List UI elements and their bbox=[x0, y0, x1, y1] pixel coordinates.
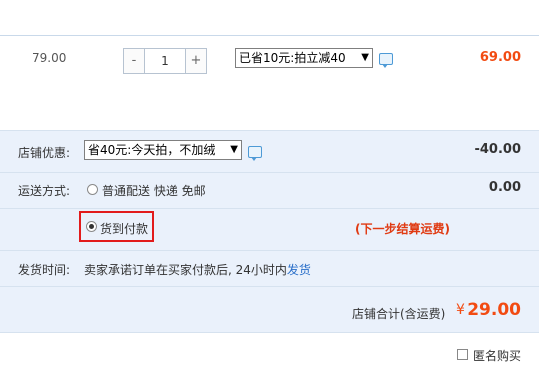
shop-discount-label: 店铺优惠: bbox=[18, 146, 71, 160]
decrease-quantity-button[interactable]: - bbox=[124, 49, 144, 73]
anonymous-checkbox[interactable] bbox=[457, 349, 468, 360]
divider bbox=[0, 250, 539, 251]
divider bbox=[0, 172, 539, 173]
item-promo-select-value: 已省10元:拍立减40 bbox=[239, 51, 346, 65]
chat-icon[interactable] bbox=[248, 146, 262, 161]
summary-label: 店铺合计(含运费) bbox=[352, 307, 446, 321]
quantity-input[interactable]: 1 bbox=[144, 49, 186, 73]
currency-symbol: ¥ bbox=[456, 302, 465, 318]
shop-discount-select-value: 省40元:今天拍，不加绒 bbox=[88, 143, 216, 157]
divider bbox=[0, 332, 539, 333]
quantity-stepper[interactable]: - 1 + bbox=[123, 48, 207, 74]
shipping-note: (下一步结算运费) bbox=[355, 222, 450, 236]
cod-label[interactable]: 货到付款 bbox=[100, 220, 148, 237]
anonymous-label: 匿名购买 bbox=[473, 349, 522, 363]
item-promo-select[interactable]: 已省10元:拍立减40 ▼ bbox=[235, 48, 373, 68]
chevron-down-icon: ▼ bbox=[230, 144, 238, 155]
cod-radio[interactable] bbox=[86, 221, 97, 232]
divider bbox=[0, 130, 539, 131]
shop-discount-section bbox=[0, 130, 539, 172]
shop-total: 29.00 bbox=[467, 300, 521, 320]
shipping-option-text: 普通配送 快递 免邮 bbox=[102, 184, 206, 198]
delivery-link[interactable]: 发货 bbox=[287, 263, 311, 277]
shop-discount-amount: -40.00 bbox=[474, 142, 521, 157]
divider bbox=[0, 286, 539, 287]
shipping-label: 运送方式: bbox=[18, 184, 71, 198]
item-subtotal: 69.00 bbox=[479, 50, 521, 65]
increase-quantity-button[interactable]: + bbox=[186, 49, 206, 73]
shipping-section bbox=[0, 172, 539, 208]
divider bbox=[0, 208, 539, 209]
unit-price: 79.00 bbox=[32, 51, 67, 65]
shop-discount-select[interactable]: 省40元:今天拍，不加绒 ▼ bbox=[84, 140, 242, 160]
chat-icon[interactable] bbox=[379, 53, 393, 68]
shipping-cost: 0.00 bbox=[488, 180, 521, 195]
delivery-text-prefix: 卖家承诺订单在买家付款后, 24小时内 bbox=[84, 263, 287, 277]
delivery-label: 发货时间: bbox=[18, 263, 71, 277]
delivery-text: 卖家承诺订单在买家付款后, 24小时内发货 bbox=[84, 261, 311, 278]
chevron-down-icon: ▼ bbox=[361, 52, 369, 63]
shipping-radio[interactable] bbox=[87, 184, 98, 195]
